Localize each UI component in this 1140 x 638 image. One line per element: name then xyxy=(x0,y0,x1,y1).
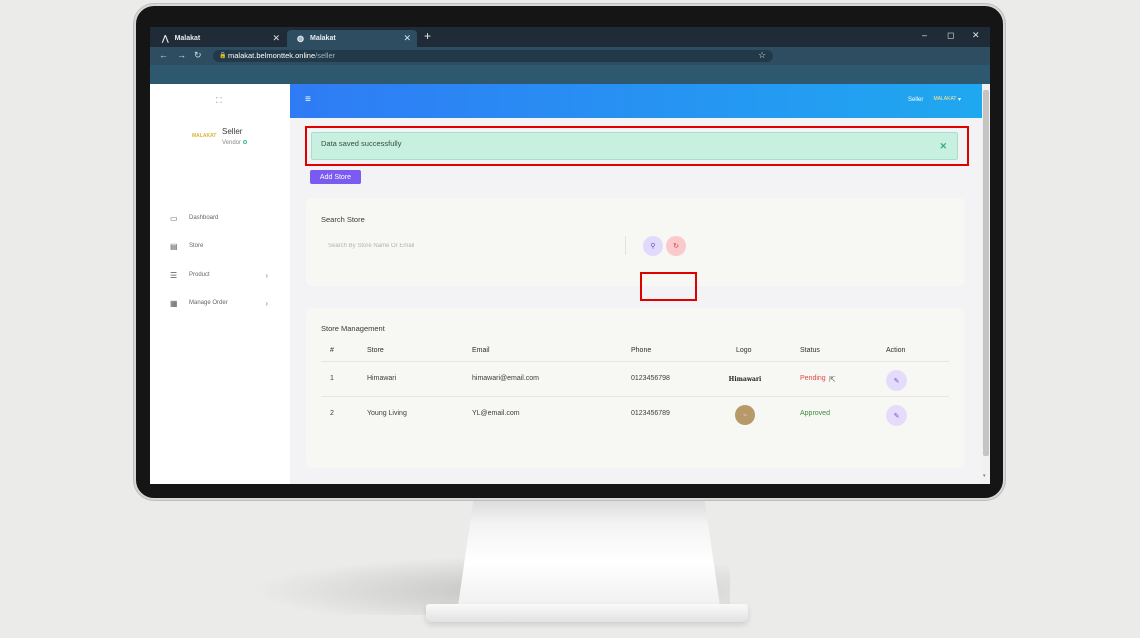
status-badge: Approved xyxy=(800,410,830,417)
main-content: Data saved successfully ✕ Add Store Sear… xyxy=(290,118,982,484)
monitor-stand xyxy=(458,498,720,606)
hamburger-menu-icon[interactable]: ≡ xyxy=(305,94,311,105)
column-header-status: Status xyxy=(800,347,820,354)
scrollbar-thumb[interactable] xyxy=(983,90,989,456)
minimize-icon[interactable]: – xyxy=(922,30,927,40)
browser-address-bar: ← → ↻ 🔒 malakat.belmonttek.online/seller… xyxy=(150,47,990,65)
window-close-icon[interactable]: ✕ xyxy=(972,30,980,41)
browser-tab-bar: ⋀ Malakat ✕ ◍ Malakat ✕ + – ◻ ✕ xyxy=(150,27,990,47)
cell-email: himawari@email.com xyxy=(472,375,540,382)
top-header: ≡ Seller MALAKAT ▾ xyxy=(290,84,982,118)
chevron-down-icon[interactable]: ▾ xyxy=(958,96,961,103)
collapse-logo-icon[interactable]: ⛶ xyxy=(216,96,222,106)
edit-button[interactable]: ✎ xyxy=(886,370,907,391)
url-host: malakat.belmonttek.online xyxy=(228,51,316,60)
store-icon: ▤ xyxy=(170,241,178,251)
user-role: Vendor xyxy=(222,140,248,146)
cell-phone: 0123456798 xyxy=(631,375,670,382)
column-header-store: Store xyxy=(367,347,384,354)
search-input[interactable] xyxy=(321,236,626,255)
user-name: Seller xyxy=(222,127,243,136)
store-management-card: Store Management # Store Email Phone Log… xyxy=(306,308,965,468)
search-store-card: Search Store ⚲ ↻ xyxy=(306,198,965,286)
table-divider xyxy=(321,396,949,397)
sidebar-item-dashboard[interactable]: ▭ Dashboard xyxy=(170,211,270,225)
reset-icon: ↻ xyxy=(673,243,679,250)
sidebar: ⛶ MALAKAT Seller Vendor ▭ Dashboard ▤ St… xyxy=(150,84,290,484)
store-logo-young-living: YL xyxy=(735,405,755,425)
highlight-box-status xyxy=(640,272,697,301)
search-card-title: Search Store xyxy=(321,215,365,224)
chevron-right-icon: › xyxy=(265,270,268,280)
malakat-favicon-icon: ⋀ xyxy=(162,34,169,43)
status-badge: Pending xyxy=(800,375,826,382)
tab-title: Malakat xyxy=(309,35,336,42)
tab-close-icon[interactable]: ✕ xyxy=(272,33,280,44)
scroll-down-icon[interactable]: ▾ xyxy=(983,473,986,479)
column-header-action: Action xyxy=(886,347,906,354)
table-title: Store Management xyxy=(321,324,385,333)
online-status-icon xyxy=(243,140,248,144)
reset-button[interactable]: ↻ xyxy=(666,236,686,256)
tab-title: Malakat xyxy=(174,35,201,42)
list-icon: ☰ xyxy=(170,270,178,280)
cell-store: Young Living xyxy=(367,410,407,417)
browser-tab-active[interactable]: ◍ Malakat ✕ xyxy=(287,30,417,47)
browser-tab[interactable]: ⋀ Malakat ✕ xyxy=(152,30,286,47)
header-user-label[interactable]: Seller xyxy=(908,97,923,103)
edit-button[interactable]: ✎ xyxy=(886,405,907,426)
reload-icon[interactable]: ↻ xyxy=(194,50,202,61)
screen: ⋀ Malakat ✕ ◍ Malakat ✕ + – ◻ ✕ ← → ↻ 🔒 … xyxy=(150,27,990,484)
lock-icon: 🔒 xyxy=(219,53,227,59)
column-header-logo: Logo xyxy=(736,347,752,354)
bookmark-star-icon[interactable]: ☆ xyxy=(758,50,766,61)
back-icon[interactable]: ← xyxy=(159,50,168,60)
page-top-band xyxy=(150,65,990,84)
sidebar-item-label: Manage Order xyxy=(189,300,228,306)
search-button[interactable]: ⚲ xyxy=(643,236,663,256)
sidebar-item-label: Dashboard xyxy=(189,215,219,221)
mouse-cursor-icon: ⇱ xyxy=(829,375,836,384)
globe-icon: ◍ xyxy=(297,34,304,43)
column-header-email: Email xyxy=(472,347,490,354)
table-divider xyxy=(321,361,949,362)
store-logo-himawari: Himawari xyxy=(728,375,762,383)
add-store-button[interactable]: Add Store xyxy=(310,170,361,184)
avatar: MALAKAT xyxy=(192,133,217,139)
pencil-icon: ✎ xyxy=(893,377,900,385)
column-header-phone: Phone xyxy=(631,347,652,354)
search-icon: ⚲ xyxy=(650,243,656,250)
sidebar-item-product[interactable]: ☰ Product › xyxy=(170,268,270,282)
cell-number: 1 xyxy=(330,375,334,382)
column-header-number: # xyxy=(330,347,334,354)
header-avatar[interactable]: MALAKAT xyxy=(934,90,957,108)
sidebar-item-label: Product xyxy=(189,272,210,278)
cell-store: Himawari xyxy=(367,375,397,382)
cell-number: 2 xyxy=(330,410,334,417)
sidebar-item-store[interactable]: ▤ Store xyxy=(170,239,270,253)
url-path: /seller xyxy=(315,51,336,60)
cell-email: YL@email.com xyxy=(472,410,520,417)
order-icon: ▦ xyxy=(170,298,178,308)
pencil-icon: ✎ xyxy=(893,412,900,420)
forward-icon[interactable]: → xyxy=(177,50,186,60)
page-scrollbar[interactable]: ▾ xyxy=(982,84,990,484)
cell-phone: 0123456789 xyxy=(631,410,670,417)
chevron-right-icon: › xyxy=(265,298,268,308)
tab-close-icon[interactable]: ✕ xyxy=(403,33,411,44)
highlight-box-alert xyxy=(305,126,969,166)
monitor-icon: ▭ xyxy=(170,213,178,223)
url-field[interactable]: 🔒 malakat.belmonttek.online/seller xyxy=(213,50,773,62)
user-role-label: Vendor xyxy=(222,140,242,146)
sidebar-item-manage-order[interactable]: ▦ Manage Order › xyxy=(170,296,270,310)
monitor-base xyxy=(426,604,748,622)
sidebar-item-label: Store xyxy=(189,243,204,249)
maximize-icon[interactable]: ◻ xyxy=(947,30,954,41)
new-tab-icon[interactable]: + xyxy=(424,29,431,43)
